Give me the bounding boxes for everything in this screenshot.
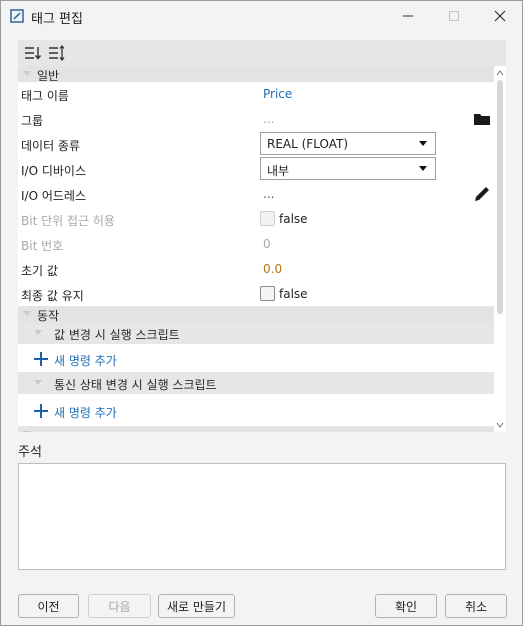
collapse-icon xyxy=(34,380,42,385)
tag-name-value[interactable]: Price xyxy=(263,87,292,101)
row-label: 최종 값 유지 xyxy=(21,289,84,303)
close-button[interactable] xyxy=(477,1,523,31)
category-action[interactable]: 동작 xyxy=(18,306,494,323)
next-button: 다음 xyxy=(88,594,151,618)
scroll-up-icon[interactable] xyxy=(496,69,504,77)
property-grid: 일반 태그 이름 Price 그룹 ... 데이터 종류 REAL (FLOAT… xyxy=(18,66,506,432)
row-initial-value[interactable]: 초기 값 0.0 xyxy=(18,257,494,282)
row-label: I/O 디바이스 xyxy=(21,164,87,178)
chevron-down-icon xyxy=(419,166,427,171)
io-address-value[interactable]: ... xyxy=(263,187,274,201)
row-bit-number: Bit 번호 0 xyxy=(18,232,494,257)
new-button[interactable]: 새로 만들기 xyxy=(158,594,235,618)
prev-button[interactable]: 이전 xyxy=(18,594,79,618)
collapse-icon xyxy=(23,71,31,76)
maximize-button xyxy=(431,1,477,31)
add-command-button-1[interactable]: 새 명령 추가 xyxy=(18,344,494,374)
sort-categorized-icon[interactable] xyxy=(24,44,42,62)
category-general[interactable]: 일반 xyxy=(18,66,494,83)
row-label: I/O 어드레스 xyxy=(21,189,87,203)
io-device-select[interactable]: 내부 xyxy=(260,157,436,180)
bit-access-checkbox xyxy=(260,211,275,226)
sort-alphabetical-icon[interactable] xyxy=(48,44,66,62)
io-device-selected: 내부 xyxy=(267,164,290,178)
scrollbar-thumb[interactable] xyxy=(497,80,503,314)
cancel-button[interactable]: 취소 xyxy=(445,594,507,618)
subcategory-label: 값 변경 시 실행 스크립트 xyxy=(54,328,180,342)
bit-access-value: false xyxy=(279,212,308,226)
category-next-partial[interactable] xyxy=(18,426,494,432)
keep-last-value-checkbox[interactable] xyxy=(260,286,275,301)
add-command-label: 새 명령 추가 xyxy=(54,406,117,420)
tag-edit-dialog: 태그 편집 일반 태그 이름 Price 그룹 ... 데이터 종류 REAL … xyxy=(0,0,523,626)
ok-button[interactable]: 확인 xyxy=(375,594,437,618)
row-data-type[interactable]: 데이터 종류 REAL (FLOAT) xyxy=(18,132,494,157)
plus-icon xyxy=(34,352,48,366)
data-type-selected: REAL (FLOAT) xyxy=(267,137,348,151)
app-icon xyxy=(10,9,24,23)
close-icon xyxy=(494,10,506,22)
edit-pencil-icon[interactable] xyxy=(473,185,491,203)
row-label: 초기 값 xyxy=(21,264,58,278)
row-tag-name[interactable]: 태그 이름 Price xyxy=(18,82,494,107)
subcategory-value-change[interactable]: 값 변경 시 실행 스크립트 xyxy=(18,322,494,344)
row-label: 데이터 종류 xyxy=(21,139,81,153)
plus-icon xyxy=(34,404,48,418)
vertical-scrollbar[interactable] xyxy=(494,66,506,432)
collapse-icon xyxy=(34,330,42,335)
row-io-device[interactable]: I/O 디바이스 내부 xyxy=(18,157,494,182)
subcategory-label: 통신 상태 변경 시 실행 스크립트 xyxy=(54,378,217,392)
row-label: 그룹 xyxy=(21,114,44,128)
row-label: Bit 단위 접근 허용 xyxy=(21,214,115,228)
collapse-icon xyxy=(23,431,31,432)
subcategory-comm-change[interactable]: 통신 상태 변경 시 실행 스크립트 xyxy=(18,372,494,394)
comment-label: 주석 xyxy=(18,445,42,460)
bit-number-value: 0 xyxy=(263,237,271,251)
comment-textarea[interactable] xyxy=(18,463,506,570)
data-type-select[interactable]: REAL (FLOAT) xyxy=(260,132,436,155)
row-bit-access: Bit 단위 접근 허용 false xyxy=(18,207,494,232)
property-toolbar xyxy=(18,40,506,66)
scroll-down-icon[interactable] xyxy=(496,421,504,429)
row-io-address[interactable]: I/O 어드레스 ... xyxy=(18,182,494,207)
row-keep-last-value[interactable]: 최종 값 유지 false xyxy=(18,282,494,307)
initial-value[interactable]: 0.0 xyxy=(263,262,282,276)
window-title: 태그 편집 xyxy=(31,12,83,27)
add-command-label: 새 명령 추가 xyxy=(54,354,117,368)
folder-icon[interactable] xyxy=(473,110,491,128)
row-group[interactable]: 그룹 ... xyxy=(18,107,494,132)
property-grid-content: 일반 태그 이름 Price 그룹 ... 데이터 종류 REAL (FLOAT… xyxy=(18,66,494,432)
row-label: Bit 번호 xyxy=(21,239,64,253)
add-command-button-2[interactable]: 새 명령 추가 xyxy=(18,396,494,426)
minimize-icon xyxy=(403,15,413,17)
chevron-down-icon xyxy=(419,141,427,146)
collapse-icon xyxy=(23,311,31,316)
keep-last-value-value: false xyxy=(279,287,308,301)
row-label: 태그 이름 xyxy=(21,89,69,103)
group-value[interactable]: ... xyxy=(263,112,274,126)
maximize-icon xyxy=(449,11,459,21)
minimize-button[interactable] xyxy=(385,1,431,31)
title-bar: 태그 편집 xyxy=(1,1,522,33)
